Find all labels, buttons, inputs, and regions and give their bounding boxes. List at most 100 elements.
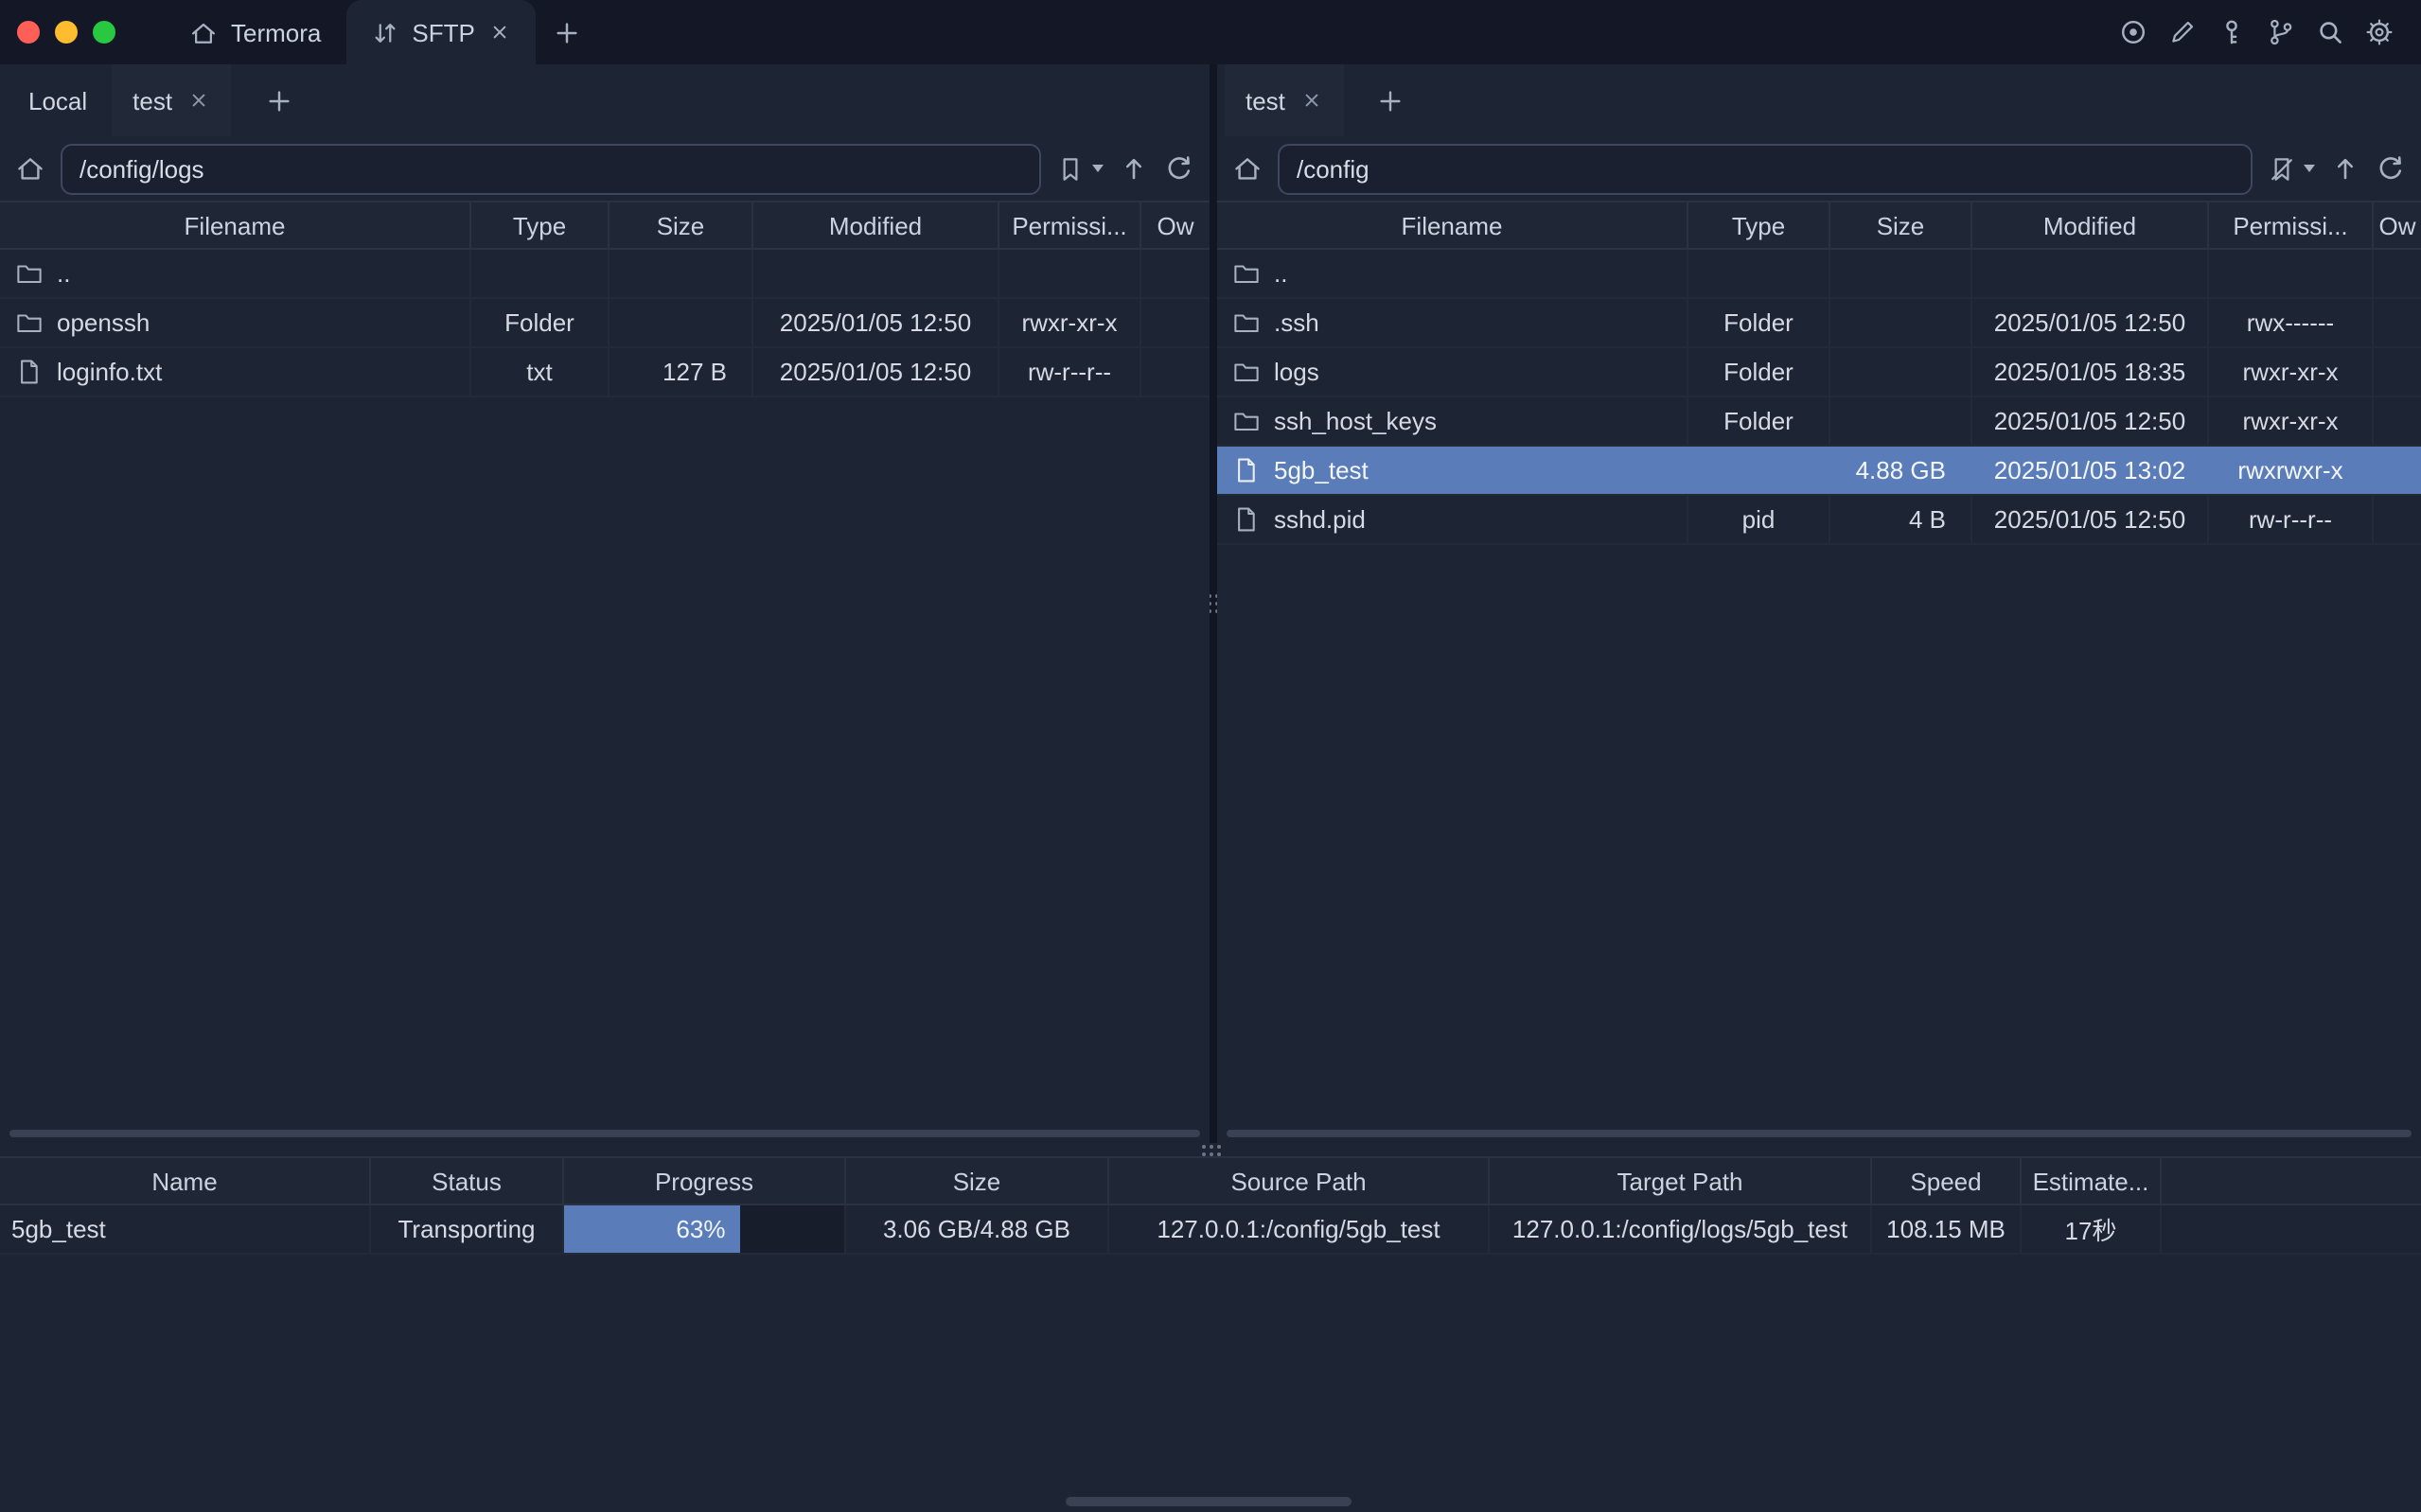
file-row-logs[interactable]: logs Folder 2025/01/05 18:35 rwxr-xr-x [1217, 348, 2421, 397]
search-icon[interactable] [2315, 17, 2345, 47]
bookmark-slash-icon [2268, 154, 2296, 183]
cell-transfer-filler [2162, 1205, 2421, 1253]
right-pane: test [1217, 64, 2421, 1143]
right-file-list: .. .ssh Folder 2025/01/05 12:50 [1217, 250, 2421, 1143]
cell-owner [1141, 299, 1210, 346]
chevron-down-icon[interactable] [1092, 165, 1104, 172]
file-row-ssh-host-keys[interactable]: ssh_host_keys Folder 2025/01/05 12:50 rw… [1217, 397, 2421, 447]
zoom-window-button[interactable] [93, 21, 115, 44]
file-row-ssh[interactable]: .ssh Folder 2025/01/05 12:50 rwx------ [1217, 299, 2421, 348]
bottom-horizontal-scrollbar[interactable] [1066, 1497, 1352, 1506]
right-horizontal-scrollbar[interactable] [1227, 1130, 2412, 1137]
filename-label: openssh [57, 308, 150, 337]
file-row-sshd-pid[interactable]: sshd.pid pid 4 B 2025/01/05 12:50 rw-r--… [1217, 496, 2421, 545]
left-refresh-button[interactable] [1164, 153, 1194, 184]
cell-size [610, 250, 753, 297]
close-window-button[interactable] [17, 21, 40, 44]
edit-icon[interactable] [2167, 17, 2198, 47]
cell-size [1830, 250, 1972, 297]
cell-type: txt [471, 348, 610, 396]
tab-test-left[interactable]: test [112, 64, 231, 136]
cell-permissions: rwxr-xr-x [2209, 397, 2374, 445]
cell-filename: 5gb_test [1217, 447, 1688, 494]
column-header-permissions[interactable]: Permissi... [999, 202, 1141, 248]
left-new-tab-button[interactable] [250, 64, 307, 136]
filename-label: loginfo.txt [57, 358, 162, 386]
cell-transfer-source-path: 127.0.0.1:/config/5gb_test [1109, 1205, 1490, 1253]
left-home-button[interactable] [15, 153, 45, 184]
column-header-name[interactable]: Name [0, 1158, 371, 1204]
cell-permissions: rwx------ [2209, 299, 2374, 346]
cell-owner [2374, 250, 2421, 297]
tab-local[interactable]: Local [8, 64, 108, 136]
new-window-tab-button[interactable] [536, 0, 600, 64]
home-icon [15, 153, 45, 184]
column-header-estimate[interactable]: Estimate... [2022, 1158, 2162, 1204]
close-icon[interactable] [488, 21, 511, 44]
right-parent-dir-button[interactable] [2330, 153, 2360, 184]
tab-test-right[interactable]: test [1225, 64, 1344, 136]
column-header-modified[interactable]: Modified [1972, 202, 2209, 248]
column-header-owner[interactable]: Ow [1141, 202, 1210, 248]
record-icon[interactable] [2118, 17, 2148, 47]
column-header-size[interactable]: Size [610, 202, 753, 248]
cell-type: pid [1688, 496, 1830, 543]
left-table-header: Filename Type Size Modified Permissi... … [0, 201, 1210, 250]
cell-filename: sshd.pid [1217, 496, 1688, 543]
column-header-filename[interactable]: Filename [1217, 202, 1688, 248]
file-row-openssh[interactable]: openssh Folder 2025/01/05 12:50 rwxr-xr-… [0, 299, 1210, 348]
column-header-speed[interactable]: Speed [1872, 1158, 2022, 1204]
left-path-input[interactable] [61, 143, 1041, 194]
column-header-source-path[interactable]: Source Path [1109, 1158, 1490, 1204]
cell-size [1830, 299, 1972, 346]
column-header-status[interactable]: Status [371, 1158, 564, 1204]
cell-filename: logs [1217, 348, 1688, 396]
right-table-header: Filename Type Size Modified Permissi... … [1217, 201, 2421, 250]
left-parent-dir-button[interactable] [1119, 153, 1149, 184]
tab-sftp[interactable]: SFTP [345, 0, 535, 64]
file-row-parent[interactable]: .. [1217, 250, 2421, 299]
minimize-window-button[interactable] [55, 21, 78, 44]
transfer-table-header: Name Status Progress Size Source Path Ta… [0, 1156, 2421, 1205]
transfer-panel-empty-area [0, 1255, 2421, 1512]
column-header-owner[interactable]: Ow [2374, 202, 2421, 248]
close-icon[interactable] [1300, 89, 1323, 112]
right-home-button[interactable] [1232, 153, 1263, 184]
transfer-row-5gb-test[interactable]: 5gb_test Transporting 63% 3.06 GB/4.88 G… [0, 1205, 2421, 1255]
column-header-target-path[interactable]: Target Path [1490, 1158, 1872, 1204]
tab-termora[interactable]: Termora [165, 0, 345, 64]
column-header-filename[interactable]: Filename [0, 202, 471, 248]
branch-icon[interactable] [2266, 17, 2296, 47]
close-icon[interactable] [187, 89, 210, 112]
right-refresh-button[interactable] [2376, 153, 2406, 184]
chevron-down-icon[interactable] [2304, 165, 2315, 172]
pane-splitter[interactable] [1210, 64, 1217, 1143]
file-icon [1232, 505, 1261, 534]
column-header-type[interactable]: Type [471, 202, 610, 248]
left-horizontal-scrollbar[interactable] [9, 1130, 1200, 1137]
cell-permissions [999, 250, 1141, 297]
right-path-input[interactable] [1278, 143, 2253, 194]
cell-permissions: rw-r--r-- [2209, 496, 2374, 543]
file-row-loginfo[interactable]: loginfo.txt txt 127 B 2025/01/05 12:50 r… [0, 348, 1210, 397]
left-bookmark-button[interactable] [1056, 154, 1104, 183]
column-header-permissions[interactable]: Permissi... [2209, 202, 2374, 248]
column-header-progress[interactable]: Progress [564, 1158, 846, 1204]
filename-label: .ssh [1274, 308, 1319, 337]
filename-label: ssh_host_keys [1274, 407, 1437, 435]
right-new-tab-button[interactable] [1363, 64, 1420, 136]
column-header-modified[interactable]: Modified [753, 202, 999, 248]
column-header-size[interactable]: Size [1830, 202, 1972, 248]
settings-gear-icon[interactable] [2364, 17, 2394, 47]
file-row-5gb-test-selected[interactable]: 5gb_test 4.88 GB 2025/01/05 13:02 rwxrwx… [1217, 447, 2421, 496]
right-bookmark-button[interactable] [2268, 154, 2315, 183]
cell-owner [2374, 299, 2421, 346]
cell-modified: 2025/01/05 12:50 [753, 299, 999, 346]
column-header-filler [2162, 1158, 2421, 1204]
file-row-parent[interactable]: .. [0, 250, 1210, 299]
transfer-panel-splitter[interactable] [0, 1143, 2421, 1156]
column-header-size[interactable]: Size [846, 1158, 1109, 1204]
cell-modified [753, 250, 999, 297]
key-icon[interactable] [2217, 17, 2247, 47]
column-header-type[interactable]: Type [1688, 202, 1830, 248]
